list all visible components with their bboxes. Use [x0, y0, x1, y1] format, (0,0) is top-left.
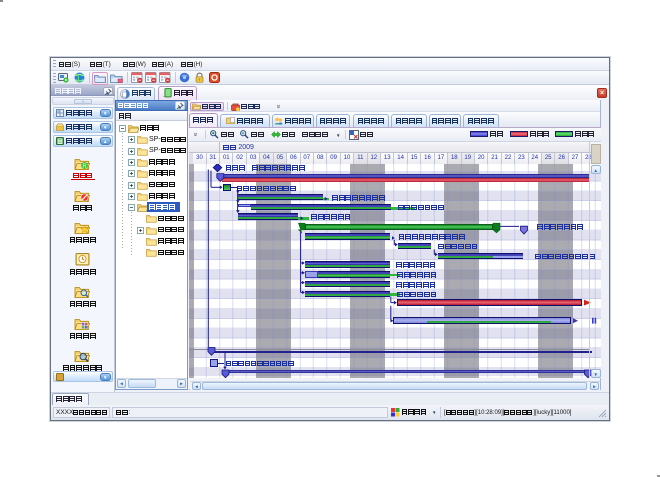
- svg-text:R: R: [82, 164, 87, 170]
